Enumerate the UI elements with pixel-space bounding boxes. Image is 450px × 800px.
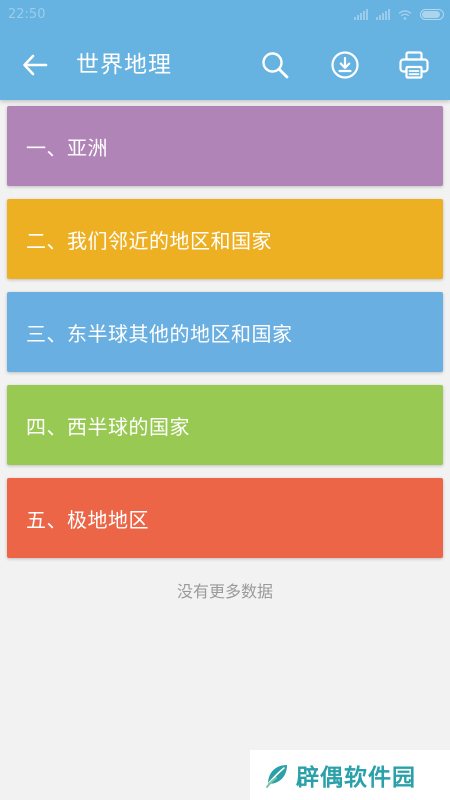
section-label: 四、西半球的国家 — [26, 414, 190, 439]
print-icon — [399, 51, 429, 79]
section-label: 五、极地地区 — [26, 507, 149, 532]
status-icons — [354, 9, 444, 20]
arrow-left-icon — [23, 54, 48, 76]
watermark: 辟偶软件园 — [250, 750, 450, 800]
app-bar: 世界地理 — [0, 30, 450, 100]
search-icon — [262, 52, 289, 79]
download-button[interactable] — [328, 48, 362, 82]
section-item-western-hemisphere[interactable]: 四、西半球的国家 — [7, 385, 443, 465]
leaf-logo-icon — [266, 765, 287, 788]
section-label: 三、东半球其他的地区和国家 — [26, 321, 293, 346]
section-item-asia[interactable]: 一、亚洲 — [7, 106, 443, 186]
battery-level — [422, 11, 440, 18]
battery-icon — [420, 9, 444, 20]
back-button[interactable] — [18, 50, 52, 80]
status-bar: 22:50 — [0, 0, 450, 30]
section-item-polar[interactable]: 五、极地地区 — [7, 478, 443, 558]
page-title: 世界地理 — [76, 52, 172, 78]
section-item-eastern-hemisphere[interactable]: 三、东半球其他的地区和国家 — [7, 292, 443, 372]
section-item-neighbors[interactable]: 二、我们邻近的地区和国家 — [7, 199, 443, 279]
signal-icon — [354, 9, 368, 20]
top-bar: 22:50 世界地理 — [0, 0, 450, 100]
signal-icon-2 — [376, 9, 390, 20]
status-time: 22:50 — [8, 7, 46, 22]
wifi-icon — [398, 9, 412, 20]
screen: 22:50 世界地理 一、亚洲 二、我们邻近的地区和国家 三、东半球其他的地区和… — [0, 0, 450, 800]
search-button[interactable] — [258, 48, 292, 82]
watermark-text: 辟偶软件园 — [296, 765, 416, 791]
download-icon — [331, 51, 359, 79]
section-label: 一、亚洲 — [26, 135, 108, 160]
section-label: 二、我们邻近的地区和国家 — [26, 228, 272, 253]
section-list: 一、亚洲 二、我们邻近的地区和国家 三、东半球其他的地区和国家 四、西半球的国家… — [7, 106, 443, 571]
no-more-data-text: 没有更多数据 — [176, 582, 273, 601]
print-button[interactable] — [397, 48, 431, 82]
